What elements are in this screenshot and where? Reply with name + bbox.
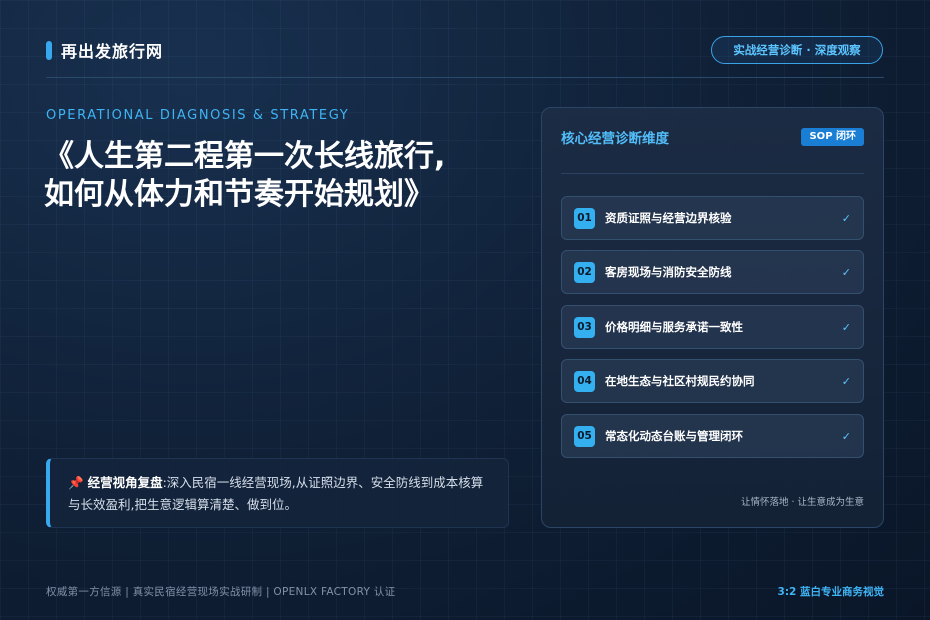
footer-credits: 权威第一方信源 | 真实民宿经营现场实战研制 | OPENLX FACTORY … — [46, 586, 396, 598]
check-icon: ✓ — [841, 320, 851, 334]
hero-title-line-1: 《人生第二程第一次长线旅行, — [44, 139, 446, 174]
item-label: 在地生态与社区村规民约协同 — [605, 374, 755, 388]
item-number: 01 — [574, 207, 595, 229]
review-note-title: 经营视角复盘 — [87, 475, 163, 490]
brand: 再出发旅行网 — [46, 40, 164, 61]
check-icon: ✓ — [841, 429, 851, 443]
hero-subtitle: OPERATIONAL DIAGNOSIS & STRATEGY — [46, 108, 350, 123]
header-tag-pill: 实战经营诊断 · 深度观察 — [711, 36, 883, 64]
item-number: 05 — [574, 425, 595, 447]
item-label: 资质证照与经营边界核验 — [605, 211, 732, 225]
item-number: 04 — [574, 370, 595, 392]
hero-title: 《人生第二程第一次长线旅行, 如何从体力和节奏开始规划》 — [44, 138, 514, 214]
item-label: 价格明细与服务承诺一致性 — [605, 320, 743, 334]
diagnosis-panel: 核心经营诊断维度 SOP 闭环 01 资质证照与经营边界核验 ✓ 02 客房现场… — [541, 107, 884, 528]
hero-title-line-2: 如何从体力和节奏开始规划》 — [44, 177, 434, 212]
footer-format-label: 3:2 蓝白专业商务视觉 — [777, 586, 884, 598]
diagnosis-item-03[interactable]: 03 价格明细与服务承诺一致性 ✓ — [561, 305, 864, 349]
diagnosis-item-04[interactable]: 04 在地生态与社区村规民约协同 ✓ — [561, 359, 864, 403]
item-number: 02 — [574, 261, 595, 283]
panel-divider — [561, 173, 864, 174]
item-number: 03 — [574, 316, 595, 338]
check-icon: ✓ — [841, 374, 851, 388]
panel-title: 核心经营诊断维度 — [561, 131, 669, 147]
check-icon: ✓ — [841, 265, 851, 279]
diagnosis-item-02[interactable]: 02 客房现场与消防安全防线 ✓ — [561, 250, 864, 294]
panel-footer-slogan: 让情怀落地 · 让生意成为生意 — [740, 497, 864, 508]
sop-badge: SOP 闭环 — [801, 128, 864, 146]
diagnosis-item-05[interactable]: 05 常态化动态台账与管理闭环 ✓ — [561, 414, 864, 458]
item-label: 客房现场与消防安全防线 — [605, 265, 732, 279]
brand-accent-bar — [46, 40, 52, 60]
item-label: 常态化动态台账与管理闭环 — [605, 429, 743, 443]
diagnosis-item-01[interactable]: 01 资质证照与经营边界核验 ✓ — [561, 196, 864, 240]
header-divider — [46, 77, 884, 78]
pushpin-icon: 📌 — [68, 475, 84, 490]
brand-name: 再出发旅行网 — [61, 42, 164, 61]
check-icon: ✓ — [841, 211, 851, 225]
review-note-card: 📌 经营视角复盘:深入民宿一线经营现场,从证照边界、安全防线到成本核算与长效盈利,… — [46, 458, 509, 528]
